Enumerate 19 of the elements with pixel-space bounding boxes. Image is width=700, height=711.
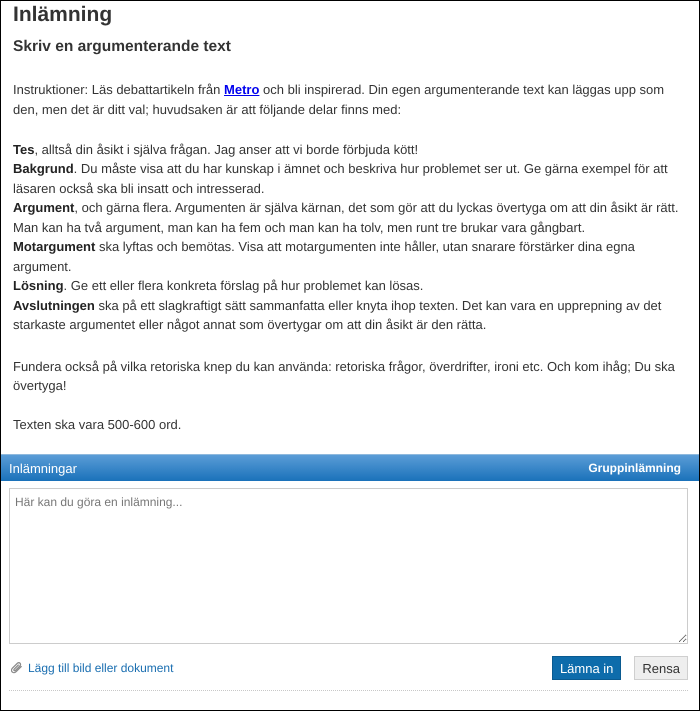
article-link[interactable]: Metro [224, 82, 260, 97]
submission-button[interactable]: Rensa [634, 656, 688, 680]
note-paragraph: Fundera också på vilka retoriska knep du kan använda: retoriska frågor, överdrifter, ironi etc. Och kom ihåg; Du ska övertyga! [13, 358, 676, 395]
requirement-paragraph: Motargument ska lyftas och bemötas. Visa att motargumenten inte håller, utan snarare förstärker dina egna argument. [13, 238, 636, 276]
submission-field[interactable]: Här kan du göra en inlämning... [9, 488, 688, 644]
note-paragraph: Texten ska vara 500-600 ord. [13, 416, 182, 434]
requirement-paragraph: Avslutningen ska på ett slagkraftigt sätt sammanfatta eller knyta ihop texten. Det kan vara en upprepning av det starkaste argumentet eller något annat som övertygar om att din åsikt är den rätta. [13, 296, 662, 334]
requirement-paragraph: Argument, och gärna flera. Argumenten är själva kärnan, det som gör att du lyckas övertyga om att din åsikt är rätt. Man kan ha två argument, man kan ha fem och man kan ha tolv, men runt tre brukar vara gångbart. [13, 199, 680, 237]
page-title: Inlämning [13, 3, 114, 27]
instruction-paragraph: Instruktioner: Läs debattartikeln från Metro och bli inspirerad. Din egen argumenterande text kan läggas upp som den, men det är ditt val; huvudsaken är att följande delar finns med: [13, 81, 666, 119]
submissions-heading: Inlämningar [9, 460, 77, 476]
paperclip-icon [11, 662, 23, 674]
requirement-paragraph: Lösning. Ge ett eller flera konkreta förslag på hur problemet kan lösas. [13, 277, 424, 295]
group-submission-label: Gruppinlämning [588, 461, 681, 475]
attach-link[interactable]: Lägg till bild eller dokument [11, 661, 174, 675]
submission-button[interactable]: Lämna in [552, 656, 622, 680]
requirement-paragraph: Bakgrund. Du måste visa att du har kunskap i ämnet och beskriva hur problemet ser ut. Ge gärna exempel för att läsaren också ska bli insatt och intresserad. [13, 160, 669, 198]
assignment-title: Skriv en argumenterande text [13, 38, 232, 56]
requirement-paragraph: Tes, alltså din åsikt i själva frågan. Jag anser att vi borde förbjuda kött! [13, 140, 420, 159]
